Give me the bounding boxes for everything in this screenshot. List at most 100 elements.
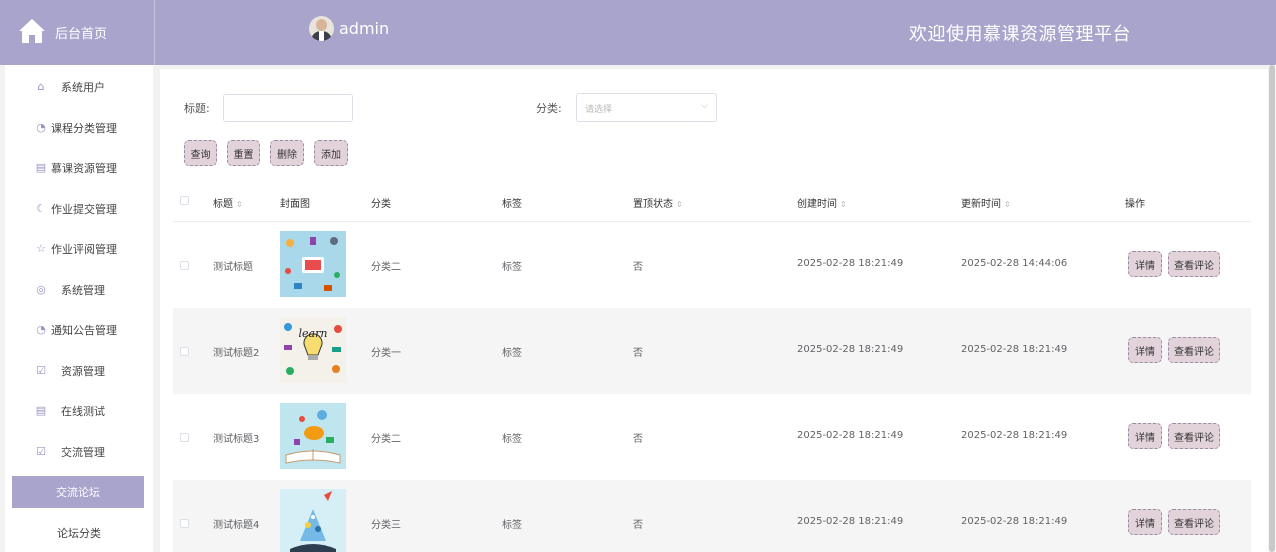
sidebar-item-label: 作业评阅管理	[51, 243, 117, 256]
column-header-category: 分类	[371, 199, 391, 210]
user-menu[interactable]: admin	[309, 16, 389, 41]
top-header: 后台首页 admin 欢迎使用慕课资源管理平台	[0, 0, 1276, 65]
table-row: 测试标题4 分类三 标签 否 2025-02-28 18:21:49 2025-…	[173, 480, 1251, 552]
sort-icon: ⇕	[676, 200, 683, 209]
category-select[interactable]: 请选择 ⌵	[576, 93, 717, 122]
column-header-updated[interactable]: 更新时间 ⇕	[961, 195, 1011, 210]
cell-category: 分类三	[371, 520, 401, 531]
sidebar: ⌂ 系统用户 ◔ 课程分类管理 ▤ 慕课资源管理 ☾ 作业提交管理 ☆ 作业评阅…	[5, 65, 153, 552]
cell-title: 测试标题4	[213, 520, 260, 531]
compass-icon: ◎	[36, 283, 46, 296]
cover-image	[280, 403, 346, 469]
sidebar-item-label: 资源管理	[61, 365, 105, 378]
cell-pinned: 否	[633, 434, 643, 445]
sidebar-item-forum[interactable]: 交流论坛	[12, 476, 144, 508]
detail-button[interactable]: 详情	[1128, 423, 1162, 449]
cell-created: 2025-02-28 18:21:49	[797, 516, 904, 527]
sidebar-item-label: 在线测试	[61, 405, 105, 418]
sidebar-item-online-test[interactable]: ▤ 在线测试	[5, 395, 153, 427]
cell-category: 分类二	[371, 262, 401, 273]
reset-button[interactable]: 重置	[227, 140, 260, 166]
chevron-down-icon: ⌵	[701, 101, 708, 111]
sidebar-item-label: 作业提交管理	[51, 203, 117, 216]
moon-icon: ☾	[36, 202, 46, 215]
avatar	[309, 16, 334, 41]
sidebar-item-course-category[interactable]: ◔ 课程分类管理	[5, 112, 153, 144]
sidebar-item-label: 慕课资源管理	[51, 162, 117, 175]
sidebar-item-mooc-resources[interactable]: ▤ 慕课资源管理	[5, 152, 153, 184]
box-icon: ▤	[35, 404, 47, 417]
platform-title: 欢迎使用慕课资源管理平台	[909, 24, 1131, 45]
star-icon: ☆	[36, 242, 46, 255]
cover-image	[280, 489, 346, 552]
table-row: 测试标题3 分类二 标签 否 2025-02-28 18:21:49 2025-…	[173, 394, 1251, 480]
detail-button[interactable]: 详情	[1128, 251, 1162, 277]
sort-icon: ⇕	[1004, 200, 1011, 209]
cell-pinned: 否	[633, 520, 643, 531]
cell-category: 分类二	[371, 434, 401, 445]
home-link[interactable]: 后台首页	[0, 0, 155, 65]
cell-category: 分类一	[371, 348, 401, 359]
cell-title: 测试标题	[213, 262, 253, 273]
cell-tag: 标签	[502, 262, 522, 273]
main-content: 标题: 分类: 请选择 ⌵ 查询 重置 删除 添加 标题 ⇕ 封面图 分类 标签 …	[160, 69, 1268, 552]
cell-pinned: 否	[633, 348, 643, 359]
row-checkbox[interactable]	[180, 347, 189, 356]
page-scrollbar[interactable]	[1268, 65, 1276, 552]
detail-button[interactable]: 详情	[1128, 337, 1162, 363]
cell-created: 2025-02-28 18:21:49	[797, 430, 904, 441]
sidebar-item-exchange[interactable]: ☑ 交流管理	[5, 436, 153, 468]
row-checkbox[interactable]	[180, 433, 189, 442]
column-header-pinned[interactable]: 置顶状态 ⇕	[633, 195, 683, 210]
sidebar-item-label: 交流论坛	[56, 486, 100, 499]
cell-tag: 标签	[502, 348, 522, 359]
title-input[interactable]	[223, 94, 353, 122]
cell-title: 测试标题2	[213, 348, 260, 359]
column-header-created[interactable]: 创建时间 ⇕	[797, 195, 847, 210]
view-comments-button[interactable]: 查看评论	[1168, 337, 1220, 363]
title-filter-label: 标题:	[184, 102, 210, 115]
check-square-icon: ☑	[36, 364, 46, 377]
add-button[interactable]: 添加	[314, 140, 348, 166]
sidebar-item-label: 系统管理	[61, 284, 105, 297]
sidebar-item-system-admin[interactable]: ◎ 系统管理	[5, 274, 153, 306]
sidebar-item-label: 课程分类管理	[51, 122, 117, 135]
sidebar-item-label: 通知公告管理	[51, 324, 117, 337]
cell-updated: 2025-02-28 18:21:49	[961, 344, 1068, 355]
sidebar-item-resources[interactable]: ☑ 资源管理	[5, 355, 153, 387]
delete-button[interactable]: 删除	[270, 140, 304, 166]
username: admin	[339, 19, 390, 38]
cell-title: 测试标题3	[213, 434, 260, 445]
sidebar-item-system-users[interactable]: ⌂ 系统用户	[5, 71, 153, 103]
table-row: 测试标题2 learn 分类一 标签 否 2025-02-28 18:21:49…	[173, 308, 1251, 394]
column-header-tag: 标签	[502, 199, 522, 210]
column-header-cover: 封面图	[280, 199, 310, 210]
row-checkbox[interactable]	[180, 261, 189, 270]
cell-updated: 2025-02-28 14:44:06	[961, 258, 1068, 269]
sidebar-subitem-forum-category[interactable]: 论坛分类	[5, 517, 153, 549]
select-all-checkbox[interactable]	[180, 196, 189, 205]
category-filter-label: 分类:	[536, 102, 562, 115]
sort-icon: ⇕	[236, 200, 243, 209]
sidebar-item-homework-submit[interactable]: ☾ 作业提交管理	[5, 193, 153, 225]
view-comments-button[interactable]: 查看评论	[1168, 251, 1220, 277]
cell-created: 2025-02-28 18:21:49	[797, 344, 904, 355]
scrollbar-thumb[interactable]	[1269, 65, 1275, 552]
sidebar-item-homework-review[interactable]: ☆ 作业评阅管理	[5, 233, 153, 265]
view-comments-button[interactable]: 查看评论	[1168, 509, 1220, 535]
query-button[interactable]: 查询	[184, 140, 217, 166]
detail-button[interactable]: 详情	[1128, 509, 1162, 535]
cover-image: learn	[280, 317, 346, 383]
home-icon	[19, 19, 45, 43]
clock-icon: ◔	[36, 121, 46, 134]
sidebar-item-label: 交流管理	[61, 446, 105, 459]
column-header-title[interactable]: 标题 ⇕	[213, 195, 243, 210]
sidebar-item-label: 论坛分类	[57, 527, 101, 540]
cell-updated: 2025-02-28 18:21:49	[961, 516, 1068, 527]
sidebar-item-notice[interactable]: ◔ 通知公告管理	[5, 314, 153, 346]
clock-icon: ◔	[36, 323, 46, 336]
box-icon: ▤	[35, 161, 47, 174]
row-checkbox[interactable]	[180, 519, 189, 528]
view-comments-button[interactable]: 查看评论	[1168, 423, 1220, 449]
cell-updated: 2025-02-28 18:21:49	[961, 430, 1068, 441]
